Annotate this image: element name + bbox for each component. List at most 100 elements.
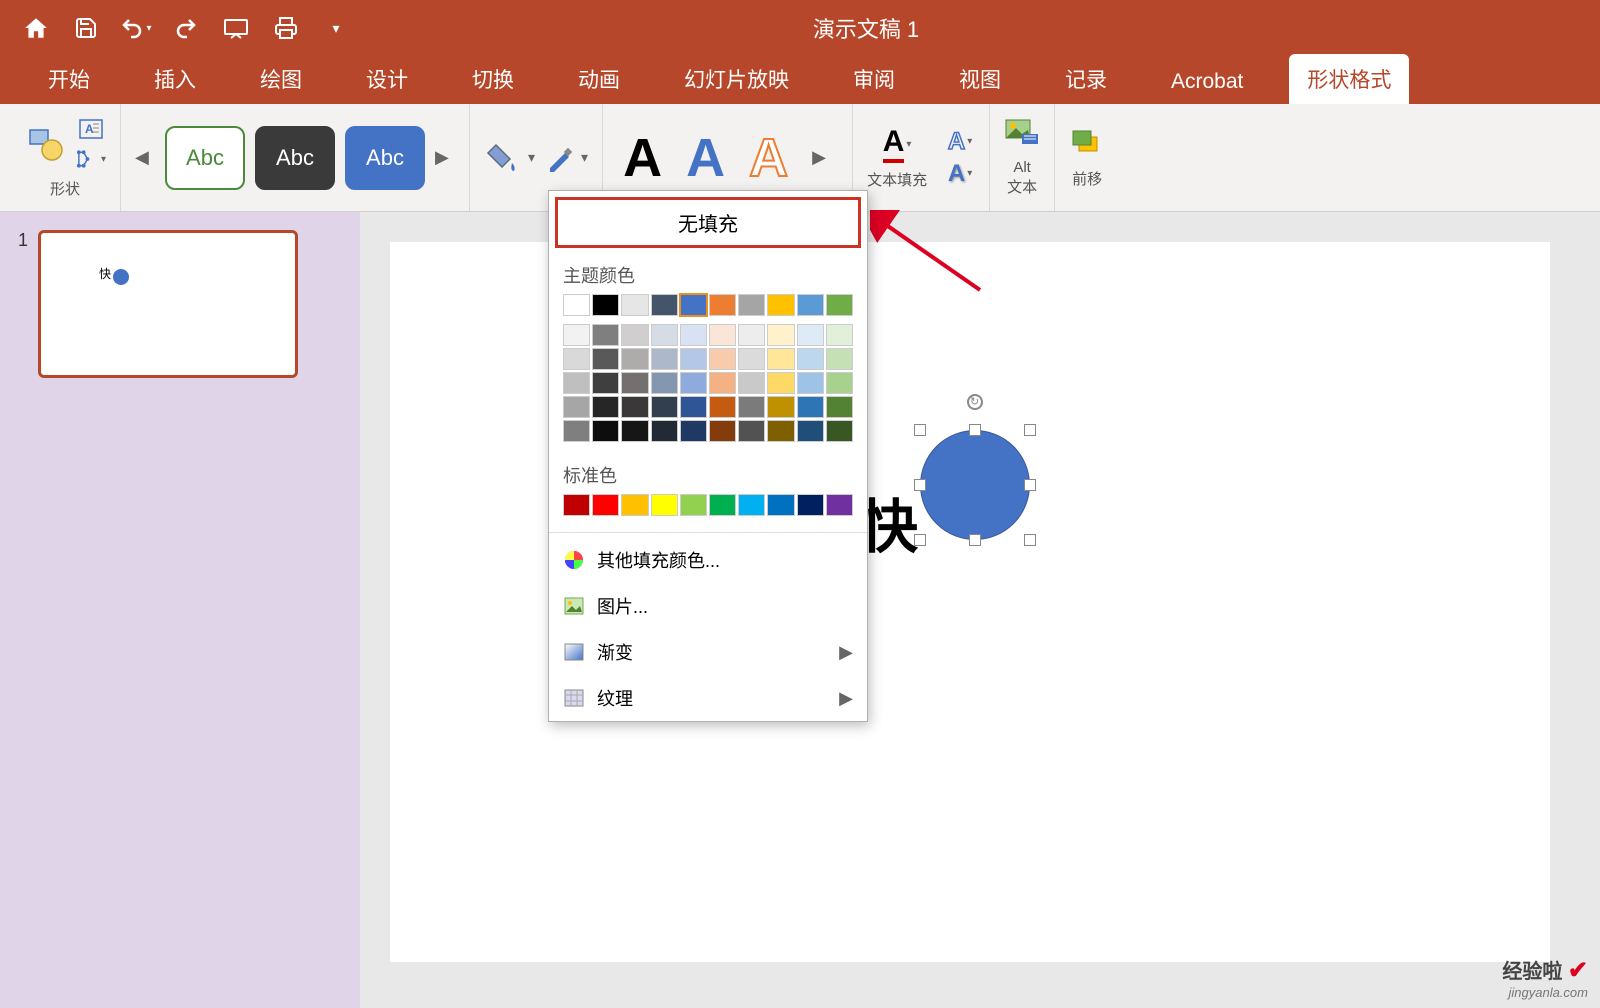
theme-color-swatch[interactable] bbox=[709, 294, 736, 316]
shape-style-1[interactable]: Abc bbox=[165, 126, 245, 190]
standard-color-swatch[interactable] bbox=[621, 494, 648, 516]
theme-color-swatch[interactable] bbox=[738, 294, 765, 316]
theme-tint-swatch[interactable] bbox=[738, 348, 765, 370]
theme-color-swatch[interactable] bbox=[563, 294, 590, 316]
tab-design[interactable]: 设计 bbox=[348, 54, 426, 104]
theme-tint-swatch[interactable] bbox=[592, 420, 619, 442]
theme-tint-swatch[interactable] bbox=[709, 396, 736, 418]
theme-tint-swatch[interactable] bbox=[797, 324, 824, 346]
resize-handle-sw[interactable] bbox=[914, 534, 926, 546]
shape-style-3[interactable]: Abc bbox=[345, 126, 425, 190]
theme-tint-swatch[interactable] bbox=[592, 372, 619, 394]
theme-tint-swatch[interactable] bbox=[826, 372, 853, 394]
theme-tint-swatch[interactable] bbox=[680, 372, 707, 394]
theme-tint-swatch[interactable] bbox=[563, 396, 590, 418]
qat-customize-icon[interactable]: ▾ bbox=[320, 12, 352, 44]
tab-home[interactable]: 开始 bbox=[30, 54, 108, 104]
theme-tint-swatch[interactable] bbox=[651, 420, 678, 442]
theme-tint-swatch[interactable] bbox=[563, 372, 590, 394]
shape-outline-button[interactable]: ▾ bbox=[545, 143, 588, 173]
theme-color-swatch[interactable] bbox=[797, 294, 824, 316]
wordart-next-icon[interactable]: ▶ bbox=[812, 147, 832, 168]
theme-tint-swatch[interactable] bbox=[826, 420, 853, 442]
standard-color-swatch[interactable] bbox=[826, 494, 853, 516]
standard-color-swatch[interactable] bbox=[767, 494, 794, 516]
text-effects-button[interactable]: A▾ bbox=[945, 161, 975, 187]
resize-handle-e[interactable] bbox=[1024, 479, 1036, 491]
presenter-icon[interactable] bbox=[220, 12, 252, 44]
theme-tint-swatch[interactable] bbox=[651, 396, 678, 418]
edit-shape-icon[interactable]: ▾ bbox=[76, 146, 106, 172]
theme-tint-swatch[interactable] bbox=[826, 396, 853, 418]
standard-color-swatch[interactable] bbox=[563, 494, 590, 516]
theme-color-swatch[interactable] bbox=[621, 294, 648, 316]
resize-handle-se[interactable] bbox=[1024, 534, 1036, 546]
text-box-icon[interactable]: A bbox=[76, 116, 106, 142]
selected-shape[interactable] bbox=[920, 430, 1030, 540]
resize-handle-ne[interactable] bbox=[1024, 424, 1036, 436]
theme-tint-swatch[interactable] bbox=[797, 396, 824, 418]
theme-color-swatch[interactable] bbox=[767, 294, 794, 316]
tab-record[interactable]: 记录 bbox=[1047, 54, 1125, 104]
tab-acrobat[interactable]: Acrobat bbox=[1153, 60, 1261, 104]
tab-draw[interactable]: 绘图 bbox=[242, 54, 320, 104]
theme-tint-swatch[interactable] bbox=[621, 372, 648, 394]
resize-handle-s[interactable] bbox=[969, 534, 981, 546]
wordart-style-3[interactable]: A bbox=[749, 127, 788, 189]
theme-color-swatch[interactable] bbox=[592, 294, 619, 316]
resize-handle-w[interactable] bbox=[914, 479, 926, 491]
theme-tint-swatch[interactable] bbox=[680, 348, 707, 370]
texture-fill-option[interactable]: 纹理 ▶ bbox=[549, 675, 867, 721]
standard-color-swatch[interactable] bbox=[592, 494, 619, 516]
undo-icon[interactable]: ▾ bbox=[120, 12, 152, 44]
print-icon[interactable] bbox=[270, 12, 302, 44]
resize-handle-nw[interactable] bbox=[914, 424, 926, 436]
theme-tint-swatch[interactable] bbox=[592, 324, 619, 346]
home-icon[interactable] bbox=[20, 12, 52, 44]
theme-tint-swatch[interactable] bbox=[680, 396, 707, 418]
wordart-style-1[interactable]: A bbox=[623, 127, 662, 189]
theme-color-swatch[interactable] bbox=[826, 294, 853, 316]
tab-slideshow[interactable]: 幻灯片放映 bbox=[666, 54, 807, 104]
tab-review[interactable]: 审阅 bbox=[835, 54, 913, 104]
standard-color-swatch[interactable] bbox=[709, 494, 736, 516]
no-fill-option[interactable]: 无填充 bbox=[555, 197, 861, 248]
theme-tint-swatch[interactable] bbox=[767, 396, 794, 418]
theme-tint-swatch[interactable] bbox=[563, 420, 590, 442]
redo-icon[interactable] bbox=[170, 12, 202, 44]
resize-handle-n[interactable] bbox=[969, 424, 981, 436]
standard-color-swatch[interactable] bbox=[651, 494, 678, 516]
theme-tint-swatch[interactable] bbox=[651, 372, 678, 394]
theme-tint-swatch[interactable] bbox=[797, 348, 824, 370]
theme-tint-swatch[interactable] bbox=[592, 348, 619, 370]
theme-tint-swatch[interactable] bbox=[709, 324, 736, 346]
theme-tint-swatch[interactable] bbox=[738, 396, 765, 418]
theme-tint-swatch[interactable] bbox=[738, 420, 765, 442]
tab-insert[interactable]: 插入 bbox=[136, 54, 214, 104]
theme-tint-swatch[interactable] bbox=[709, 372, 736, 394]
text-outline-button[interactable]: A▾ bbox=[945, 129, 975, 155]
gallery-prev-icon[interactable]: ◀ bbox=[135, 147, 155, 168]
theme-tint-swatch[interactable] bbox=[767, 372, 794, 394]
theme-tint-swatch[interactable] bbox=[651, 324, 678, 346]
tab-shape-format[interactable]: 形状格式 bbox=[1289, 54, 1409, 104]
theme-tint-swatch[interactable] bbox=[680, 324, 707, 346]
oval-shape[interactable] bbox=[920, 430, 1030, 540]
theme-tint-swatch[interactable] bbox=[563, 324, 590, 346]
shape-style-2[interactable]: Abc bbox=[255, 126, 335, 190]
theme-tint-swatch[interactable] bbox=[767, 324, 794, 346]
theme-tint-swatch[interactable] bbox=[767, 420, 794, 442]
standard-color-swatch[interactable] bbox=[738, 494, 765, 516]
theme-tint-swatch[interactable] bbox=[826, 324, 853, 346]
theme-tint-swatch[interactable] bbox=[680, 420, 707, 442]
theme-tint-swatch[interactable] bbox=[826, 348, 853, 370]
theme-tint-swatch[interactable] bbox=[797, 420, 824, 442]
theme-tint-swatch[interactable] bbox=[563, 348, 590, 370]
tab-transition[interactable]: 切换 bbox=[454, 54, 532, 104]
theme-tint-swatch[interactable] bbox=[709, 348, 736, 370]
theme-color-swatch[interactable] bbox=[651, 294, 678, 316]
theme-tint-swatch[interactable] bbox=[709, 420, 736, 442]
standard-color-swatch[interactable] bbox=[797, 494, 824, 516]
insert-shapes-icon[interactable] bbox=[24, 125, 68, 163]
wordart-style-2[interactable]: A bbox=[686, 127, 725, 189]
